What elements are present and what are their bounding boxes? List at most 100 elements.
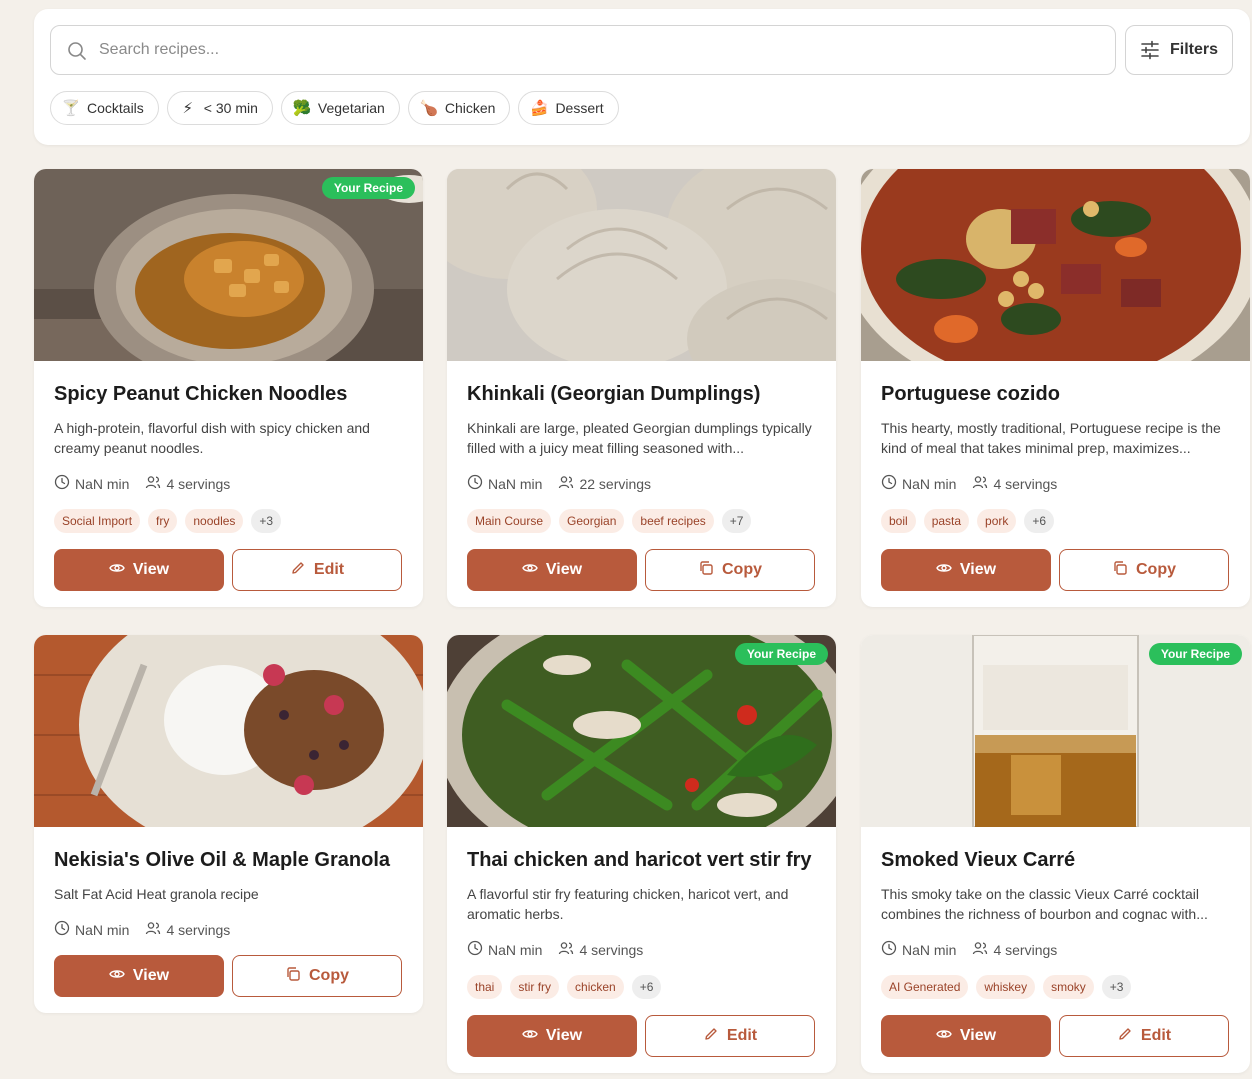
recipe-image[interactable] — [861, 169, 1250, 361]
recipe-tag[interactable]: pasta — [923, 509, 970, 533]
recipe-card[interactable]: Portuguese cozido This hearty, mostly tr… — [861, 169, 1250, 607]
search-panel: Filters 🍸 Cocktails ⚡ < 30 min 🥦 Vegetarian 🍗 C… — [34, 9, 1250, 145]
recipe-tag[interactable]: boil — [881, 509, 916, 533]
recipe-image[interactable]: Your Recipe — [34, 169, 423, 361]
clock-icon — [881, 940, 897, 959]
recipe-card[interactable]: Nekisia's Olive Oil & Maple Granola Salt… — [34, 635, 423, 1013]
recipe-tag[interactable]: Georgian — [559, 509, 625, 533]
recipe-photo — [447, 169, 836, 361]
eye-icon — [936, 560, 952, 581]
card-actions: View Edit — [881, 1015, 1230, 1057]
recipe-tag[interactable]: beef recipes — [632, 509, 714, 533]
more-tags-count[interactable]: +7 — [721, 509, 752, 533]
filters-button[interactable]: Filters — [1125, 25, 1233, 75]
view-button[interactable]: View — [54, 955, 224, 997]
recipe-tag[interactable]: thai — [467, 975, 503, 999]
recipe-tags: Main Course Georgian beef recipes +7 — [467, 509, 816, 533]
recipe-title[interactable]: Khinkali (Georgian Dumplings) — [467, 383, 816, 406]
recipe-meta: NaN min 4 servings — [881, 940, 1230, 959]
your-recipe-badge: Your Recipe — [321, 177, 415, 199]
users-icon — [972, 474, 988, 493]
filter-chip-chicken[interactable]: 🍗 Chicken — [407, 91, 511, 125]
recipe-card[interactable]: Your Recipe Thai chicken and haricot ver… — [447, 635, 836, 1073]
edit-label: Edit — [313, 561, 345, 578]
recipe-tag[interactable]: fry — [148, 509, 178, 533]
recipe-servings: 4 servings — [166, 921, 231, 938]
recipe-title[interactable]: Nekisia's Olive Oil & Maple Granola — [54, 849, 403, 872]
copy-button[interactable]: Copy — [1059, 549, 1229, 591]
chip-label: < 30 min — [203, 100, 258, 116]
search-input[interactable] — [99, 26, 1099, 74]
filter-chip-dessert[interactable]: 🍰 Dessert — [518, 91, 619, 125]
recipe-image[interactable] — [447, 169, 836, 361]
view-label: View — [545, 561, 583, 578]
card-actions: View Edit — [54, 549, 403, 591]
recipe-card[interactable]: Your Recipe Spicy Peanut Chicken Noodles… — [34, 169, 423, 607]
clock-icon — [467, 940, 483, 959]
copy-label: Copy — [309, 967, 349, 984]
edit-button[interactable]: Edit — [232, 549, 402, 591]
recipe-image[interactable]: Your Recipe — [861, 635, 1250, 827]
recipe-title[interactable]: Thai chicken and haricot vert stir fry — [467, 849, 816, 872]
users-icon — [558, 474, 574, 493]
recipe-card[interactable]: Your Recipe Smoked Vieux Carré This smok… — [861, 635, 1250, 1073]
recipe-time: NaN min — [488, 475, 543, 492]
recipe-meta: NaN min 4 servings — [54, 474, 403, 493]
recipe-image[interactable]: Your Recipe — [447, 635, 836, 827]
edit-label: Edit — [1140, 1027, 1172, 1044]
recipe-tag[interactable]: smoky — [1043, 975, 1094, 999]
recipe-meta: NaN min 4 servings — [467, 940, 816, 959]
recipe-image[interactable] — [34, 635, 423, 827]
recipe-description: This smoky take on the classic Vieux Car… — [881, 886, 1208, 922]
recipe-tag[interactable]: Social Import — [54, 509, 141, 533]
recipe-servings: 4 servings — [579, 941, 644, 958]
copy-label: Copy — [722, 561, 762, 578]
view-button[interactable]: View — [467, 1015, 637, 1057]
filter-chip-under-30-min[interactable]: ⚡ < 30 min — [166, 91, 273, 125]
eye-icon — [109, 966, 125, 987]
filter-chip-vegetarian[interactable]: 🥦 Vegetarian — [280, 91, 400, 125]
recipe-servings: 22 servings — [579, 475, 652, 492]
filter-chip-cocktails[interactable]: 🍸 Cocktails — [50, 91, 159, 125]
view-button[interactable]: View — [881, 1015, 1051, 1057]
vegetarian-icon: 🥦 — [292, 100, 312, 117]
recipe-title[interactable]: Portuguese cozido — [881, 383, 1230, 406]
edit-button[interactable]: Edit — [645, 1015, 815, 1057]
pencil-icon — [290, 560, 306, 581]
view-label: View — [959, 561, 997, 578]
view-button[interactable]: View — [881, 549, 1051, 591]
dessert-icon: 🍰 — [530, 100, 549, 117]
view-button[interactable]: View — [467, 549, 637, 591]
view-label: View — [132, 967, 170, 984]
users-icon — [145, 920, 161, 939]
recipe-tag[interactable]: chicken — [567, 975, 624, 999]
pencil-icon — [1117, 1026, 1133, 1047]
more-tags-count[interactable]: +6 — [1024, 509, 1055, 533]
eye-icon — [522, 1026, 538, 1047]
more-tags-count[interactable]: +3 — [251, 509, 282, 533]
recipe-tag[interactable]: stir fry — [510, 975, 560, 999]
edit-button[interactable]: Edit — [1059, 1015, 1229, 1057]
recipe-title[interactable]: Smoked Vieux Carré — [881, 849, 1230, 872]
clock-icon — [881, 474, 897, 493]
copy-button[interactable]: Copy — [232, 955, 402, 997]
recipe-tag[interactable]: pork — [977, 509, 1017, 533]
your-recipe-badge: Your Recipe — [734, 643, 828, 665]
recipe-description: Khinkali are large, pleated Georgian dum… — [467, 420, 812, 456]
more-tags-count[interactable]: +6 — [631, 975, 662, 999]
copy-button[interactable]: Copy — [645, 549, 815, 591]
recipe-card[interactable]: Khinkali (Georgian Dumplings) Khinkali a… — [447, 169, 836, 607]
recipe-tag[interactable]: Main Course — [467, 509, 552, 533]
recipe-description: This hearty, mostly traditional, Portugu… — [881, 420, 1221, 456]
your-recipe-badge: Your Recipe — [1148, 643, 1242, 665]
view-button[interactable]: View — [54, 549, 224, 591]
recipe-meta: NaN min 22 servings — [467, 474, 816, 493]
more-tags-count[interactable]: +3 — [1101, 975, 1132, 999]
eye-icon — [522, 560, 538, 581]
recipe-tag[interactable]: whiskey — [976, 975, 1036, 999]
recipe-title[interactable]: Spicy Peanut Chicken Noodles — [54, 383, 403, 406]
recipe-description: Salt Fat Acid Heat granola recipe — [54, 886, 259, 902]
search-box[interactable] — [50, 25, 1116, 75]
recipe-tag[interactable]: noodles — [185, 509, 244, 533]
recipe-tag[interactable]: AI Generated — [881, 975, 969, 999]
